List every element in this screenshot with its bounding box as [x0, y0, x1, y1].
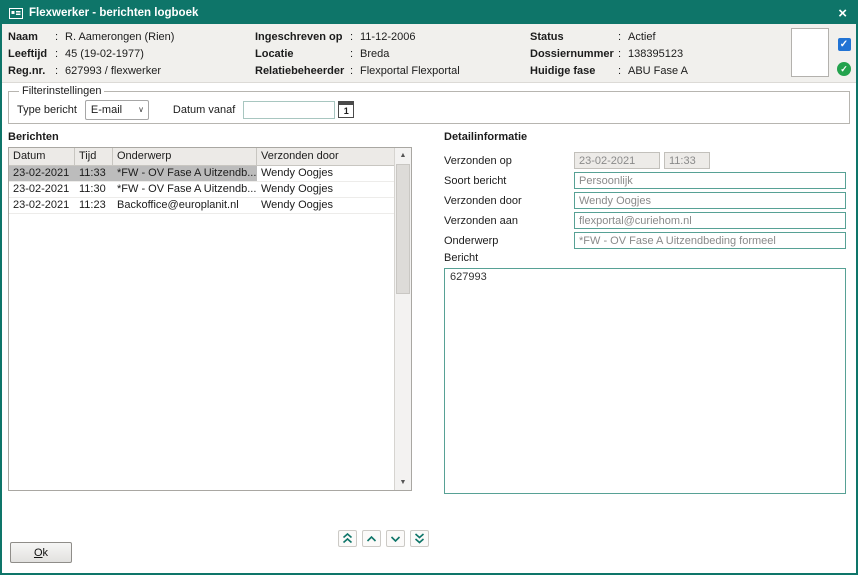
column-header-onderwerp[interactable]: Onderwerp — [113, 148, 257, 165]
info-value: 45 (19-02-1977) — [65, 46, 174, 63]
verzonden-door-label: Verzonden door — [444, 195, 574, 207]
cell-datum: 23-02-2021 — [9, 198, 75, 213]
info-value: Flexportal Flexportal — [360, 63, 460, 80]
info-label: Naam — [8, 29, 55, 46]
calendar-icon[interactable]: 1 — [338, 101, 354, 118]
cell-verzonden-door: Wendy Oogjes — [257, 182, 394, 197]
bericht-label: Bericht — [444, 252, 846, 266]
verzonden-door-field[interactable] — [574, 192, 846, 209]
record-navigation — [338, 530, 429, 547]
scrollbar-thumb[interactable] — [396, 164, 410, 294]
cell-tijd: 11:23 — [75, 198, 113, 213]
cell-onderwerp: *FW - OV Fase A Uitzendb... — [113, 166, 257, 181]
info-label: Leeftijd — [8, 46, 55, 63]
double-chevron-up-icon — [342, 533, 353, 544]
type-bericht-label: Type bericht — [17, 104, 77, 116]
table-header-row: Datum Tijd Onderwerp Verzonden door — [9, 148, 394, 166]
cell-datum: 23-02-2021 — [9, 182, 75, 197]
last-record-button[interactable] — [410, 530, 429, 547]
info-label: Locatie — [255, 46, 350, 63]
info-value: 627993 / flexwerker — [65, 63, 174, 80]
detail-row: Verzonden aan — [444, 212, 846, 229]
info-value: ABU Fase A — [628, 63, 688, 80]
info-column-1: Naam:R. Aamerongen (Rien) Leeftijd:45 (1… — [8, 29, 174, 80]
datum-vanaf-label: Datum vanaf — [173, 104, 235, 116]
vertical-scrollbar[interactable]: ▲ ▼ — [394, 148, 411, 490]
next-record-button[interactable] — [386, 530, 405, 547]
status-icons: ✓ ✓ — [837, 38, 851, 76]
berichten-table: Datum Tijd Onderwerp Verzonden door 23-0… — [8, 147, 412, 491]
cell-onderwerp: Backoffice@europlanit.nl — [113, 198, 257, 213]
onderwerp-label: Onderwerp — [444, 235, 574, 247]
info-column-2: Ingeschreven op:11-12-2006 Locatie:Breda… — [255, 29, 460, 80]
info-column-3: Status:Actief Dossiernummer:138395123 Hu… — [530, 29, 688, 80]
double-chevron-down-icon — [414, 533, 425, 544]
photo-placeholder — [791, 28, 829, 77]
dialog-body: Filterinstellingen Type bericht E-mail ∨… — [2, 83, 856, 573]
info-value: Breda — [360, 46, 460, 63]
verzonden-aan-field[interactable] — [574, 212, 846, 229]
verzonden-op-time-field[interactable] — [664, 152, 710, 169]
detail-row: Onderwerp — [444, 232, 846, 249]
info-value: R. Aamerongen (Rien) — [65, 29, 174, 46]
info-value: 138395123 — [628, 46, 688, 63]
cell-datum: 23-02-2021 — [9, 166, 75, 181]
flexwerker-info-header: Naam:R. Aamerongen (Rien) Leeftijd:45 (1… — [2, 24, 856, 83]
verzonden-op-label: Verzonden op — [444, 155, 574, 167]
detail-row: Verzonden op — [444, 152, 846, 169]
cell-verzonden-door: Wendy Oogjes — [257, 198, 394, 213]
table-row[interactable]: 23-02-2021 11:30 *FW - OV Fase A Uitzend… — [9, 182, 394, 198]
berichten-title: Berichten — [8, 131, 412, 144]
info-label: Relatiebeheerder — [255, 63, 350, 80]
column-header-verzonden-door[interactable]: Verzonden door — [257, 148, 394, 165]
info-value: 11-12-2006 — [360, 29, 460, 46]
detailinformatie-panel: Detailinformatie Verzonden op Soort beri… — [444, 131, 846, 494]
info-label: Reg.nr. — [8, 63, 55, 80]
app-icon — [9, 8, 23, 19]
column-header-tijd[interactable]: Tijd — [75, 148, 113, 165]
info-value: Actief — [628, 29, 688, 46]
previous-record-button[interactable] — [362, 530, 381, 547]
berichten-panel: Berichten Datum Tijd Onderwerp Verzonden… — [8, 131, 412, 491]
titlebar: Flexwerker - berichten logboek × — [2, 2, 856, 24]
chevron-down-icon — [390, 535, 401, 543]
checked-checkbox-icon[interactable]: ✓ — [838, 38, 851, 51]
table-row[interactable]: 23-02-2021 11:23 Backoffice@europlanit.n… — [9, 198, 394, 214]
chevron-down-icon: ∨ — [138, 105, 144, 114]
filter-legend: Filterinstellingen — [19, 85, 104, 97]
verzonden-aan-label: Verzonden aan — [444, 215, 574, 227]
info-label: Ingeschreven op — [255, 29, 350, 46]
first-record-button[interactable] — [338, 530, 357, 547]
bericht-textarea[interactable]: 627993 — [444, 268, 846, 494]
verzonden-op-date-field[interactable] — [574, 152, 660, 169]
datum-vanaf-input[interactable] — [243, 101, 335, 119]
detail-title: Detailinformatie — [444, 131, 846, 144]
cell-tijd: 11:30 — [75, 182, 113, 197]
dialog-window: Flexwerker - berichten logboek × Naam:R.… — [0, 0, 858, 575]
filterinstellingen-group: Filterinstellingen Type bericht E-mail ∨… — [8, 85, 850, 124]
cell-onderwerp: *FW - OV Fase A Uitzendb... — [113, 182, 257, 197]
info-label: Status — [530, 29, 618, 46]
type-bericht-selected-value: E-mail — [91, 104, 122, 116]
table-row[interactable]: 23-02-2021 11:33 *FW - OV Fase A Uitzend… — [9, 166, 394, 182]
scroll-up-icon[interactable]: ▲ — [395, 148, 411, 163]
filter-row: Type bericht E-mail ∨ Datum vanaf 1 — [17, 97, 841, 122]
scroll-down-icon[interactable]: ▼ — [395, 475, 411, 490]
detail-row: Soort bericht — [444, 172, 846, 189]
column-header-datum[interactable]: Datum — [9, 148, 75, 165]
status-ok-icon: ✓ — [837, 62, 851, 76]
info-label: Dossiernummer — [530, 46, 618, 63]
window-title: Flexwerker - berichten logboek — [29, 7, 830, 19]
soort-bericht-label: Soort bericht — [444, 175, 574, 187]
ok-button[interactable]: Ok — [10, 542, 72, 563]
cell-verzonden-door: Wendy Oogjes — [257, 166, 394, 181]
close-icon[interactable]: × — [836, 6, 849, 21]
cell-tijd: 11:33 — [75, 166, 113, 181]
soort-bericht-field[interactable] — [574, 172, 846, 189]
info-label: Huidige fase — [530, 63, 618, 80]
detail-row: Verzonden door — [444, 192, 846, 209]
type-bericht-select[interactable]: E-mail ∨ — [85, 100, 149, 120]
onderwerp-field[interactable] — [574, 232, 846, 249]
chevron-up-icon — [366, 535, 377, 543]
